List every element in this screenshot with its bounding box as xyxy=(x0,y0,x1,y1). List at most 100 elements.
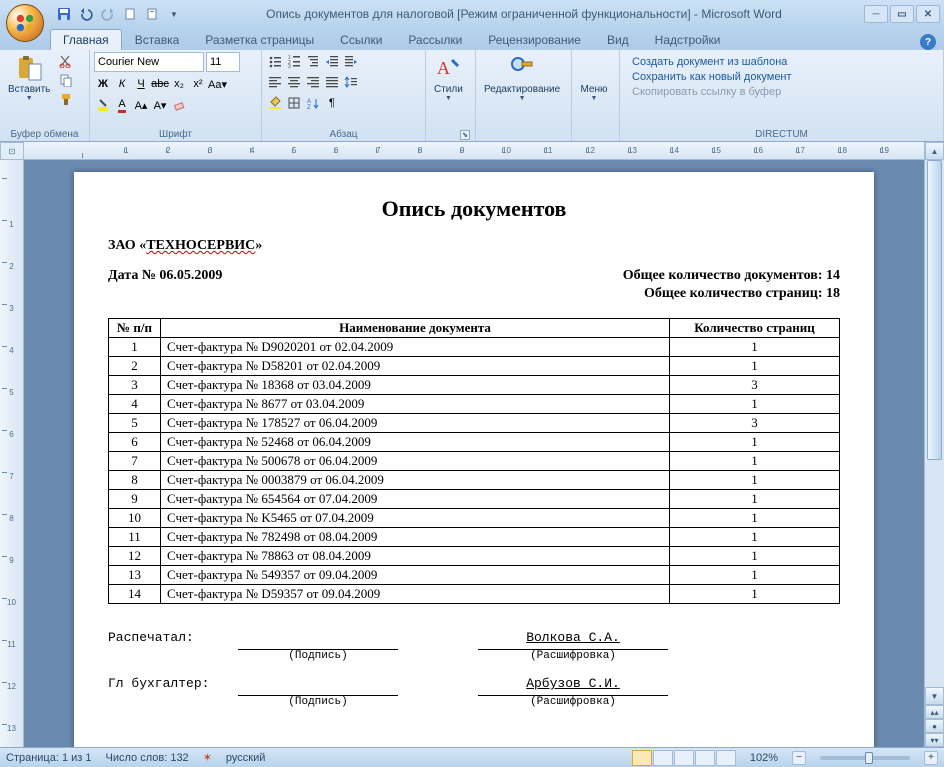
prev-page-button[interactable]: ▴▴ xyxy=(925,705,944,719)
menu-button[interactable]: Меню ▼ xyxy=(576,52,612,104)
cell-num: 7 xyxy=(109,452,161,471)
printed-label: Распечатал: xyxy=(108,630,238,645)
office-logo-icon xyxy=(14,12,36,34)
editing-button[interactable]: Редактирование ▼ xyxy=(480,52,564,104)
cut-button[interactable] xyxy=(57,52,75,70)
zoom-out-button[interactable]: − xyxy=(792,751,806,765)
office-button[interactable] xyxy=(6,4,44,42)
tab-mailings[interactable]: Рассылки xyxy=(395,29,475,50)
qat-button-5[interactable] xyxy=(142,4,162,24)
justify-icon xyxy=(325,75,339,89)
format-painter-button[interactable] xyxy=(57,90,75,108)
bullets-button[interactable] xyxy=(266,52,284,70)
increase-indent-button[interactable] xyxy=(342,52,360,70)
directum-label: DIRECTUM xyxy=(624,128,939,141)
grow-font-button[interactable]: A▴ xyxy=(132,96,150,114)
borders-button[interactable] xyxy=(285,94,303,112)
tab-page-layout[interactable]: Разметка страницы xyxy=(192,29,327,50)
qat-customize[interactable]: ▼ xyxy=(164,4,184,24)
tab-home[interactable]: Главная xyxy=(50,29,122,50)
doc-title: Опись документов xyxy=(108,196,840,222)
align-center-button[interactable] xyxy=(285,73,303,91)
align-left-button[interactable] xyxy=(266,73,284,91)
change-case-button[interactable]: Aa▾ xyxy=(208,75,227,93)
strike-button[interactable]: abc xyxy=(151,75,169,93)
font-size-select[interactable] xyxy=(206,52,240,72)
font-label: Шрифт xyxy=(94,128,257,141)
borders-icon xyxy=(287,96,301,110)
save-button[interactable] xyxy=(54,4,74,24)
align-center-icon xyxy=(287,75,301,89)
view-outline[interactable] xyxy=(695,750,715,766)
scroll-track[interactable] xyxy=(925,160,944,687)
superscript-button[interactable]: x² xyxy=(189,75,207,93)
font-name-select[interactable] xyxy=(94,52,204,72)
maximize-button[interactable]: ▭ xyxy=(890,5,914,23)
italic-button[interactable]: К xyxy=(113,75,131,93)
scroll-thumb[interactable] xyxy=(927,160,942,460)
view-full-screen[interactable] xyxy=(653,750,673,766)
directum-link-save[interactable]: Сохранить как новый документ xyxy=(632,71,792,83)
cell-pages: 1 xyxy=(670,433,840,452)
tab-view[interactable]: Вид xyxy=(594,29,642,50)
view-buttons xyxy=(632,750,736,766)
decrease-indent-button[interactable] xyxy=(323,52,341,70)
status-lang[interactable]: русский xyxy=(226,752,265,764)
close-button[interactable]: ✕ xyxy=(916,5,940,23)
highlight-button[interactable] xyxy=(94,96,112,114)
scroll-down-button[interactable]: ▼ xyxy=(925,687,944,705)
tab-addins[interactable]: Надстройки xyxy=(642,29,734,50)
tab-insert[interactable]: Вставка xyxy=(122,29,193,50)
minimize-button[interactable]: ─ xyxy=(864,5,888,23)
clear-formatting-button[interactable] xyxy=(170,96,188,114)
status-words[interactable]: Число слов: 132 xyxy=(106,752,189,764)
undo-button[interactable] xyxy=(76,4,96,24)
styles-button[interactable]: A Стили ▼ xyxy=(430,52,467,104)
zoom-level[interactable]: 102% xyxy=(750,752,778,764)
directum-link-template[interactable]: Создать документ из шаблона xyxy=(632,56,792,68)
numbering-button[interactable]: 123 xyxy=(285,52,303,70)
undo-icon xyxy=(79,7,93,21)
org-prefix: ЗАО « xyxy=(108,238,146,253)
shading-button[interactable] xyxy=(266,94,284,112)
zoom-in-button[interactable]: + xyxy=(924,751,938,765)
copy-button[interactable] xyxy=(57,71,75,89)
ruler-corner[interactable]: ⊡ xyxy=(0,142,24,160)
directum-link-copy[interactable]: Скопировать ссылку в буфер xyxy=(632,86,792,98)
cell-num: 9 xyxy=(109,490,161,509)
vertical-scrollbar: ▲ ▼ ▴▴ ● ▾▾ xyxy=(924,142,944,747)
view-web[interactable] xyxy=(674,750,694,766)
next-page-button[interactable]: ▾▾ xyxy=(925,733,944,747)
scroll-up-button[interactable]: ▲ xyxy=(925,142,944,160)
justify-button[interactable] xyxy=(323,73,341,91)
accountant-label: Гл бухгалтер: xyxy=(108,676,238,691)
view-draft[interactable] xyxy=(716,750,736,766)
multilevel-button[interactable] xyxy=(304,52,322,70)
font-color-button[interactable]: A xyxy=(113,96,131,114)
align-right-button[interactable] xyxy=(304,73,322,91)
bold-button[interactable]: Ж xyxy=(94,75,112,93)
zoom-slider[interactable] xyxy=(820,756,910,760)
document-viewport[interactable]: Опись документов ЗАО «ТЕХНОСЕРВИС» Дата … xyxy=(24,160,924,747)
table-row: 4Счет-фактура № 8677 от 03.04.20091 xyxy=(109,395,840,414)
paste-button[interactable]: Вставить ▼ xyxy=(4,52,54,104)
styles-launcher[interactable]: ⬊ xyxy=(460,130,470,140)
sort-button[interactable]: AZ xyxy=(304,94,322,112)
redo-button[interactable] xyxy=(98,4,118,24)
zoom-thumb[interactable] xyxy=(865,752,873,764)
view-print-layout[interactable] xyxy=(632,750,652,766)
show-marks-button[interactable]: ¶ xyxy=(323,94,341,112)
vertical-ruler[interactable]: 12345678910111213 xyxy=(0,160,24,747)
horizontal-ruler[interactable]: 12345678910111213141516171819 xyxy=(24,142,924,160)
underline-button[interactable]: Ч xyxy=(132,75,150,93)
tab-review[interactable]: Рецензирование xyxy=(475,29,594,50)
tab-references[interactable]: Ссылки xyxy=(327,29,395,50)
subscript-button[interactable]: x₂ xyxy=(170,75,188,93)
shrink-font-button[interactable]: A▾ xyxy=(151,96,169,114)
help-button[interactable]: ? xyxy=(920,34,936,50)
status-page[interactable]: Страница: 1 из 1 xyxy=(6,752,92,764)
total-docs: Общее количество документов: 14 xyxy=(623,268,840,284)
line-spacing-button[interactable] xyxy=(342,73,360,91)
browse-object-button[interactable]: ● xyxy=(925,719,944,733)
qat-button-4[interactable] xyxy=(120,4,140,24)
